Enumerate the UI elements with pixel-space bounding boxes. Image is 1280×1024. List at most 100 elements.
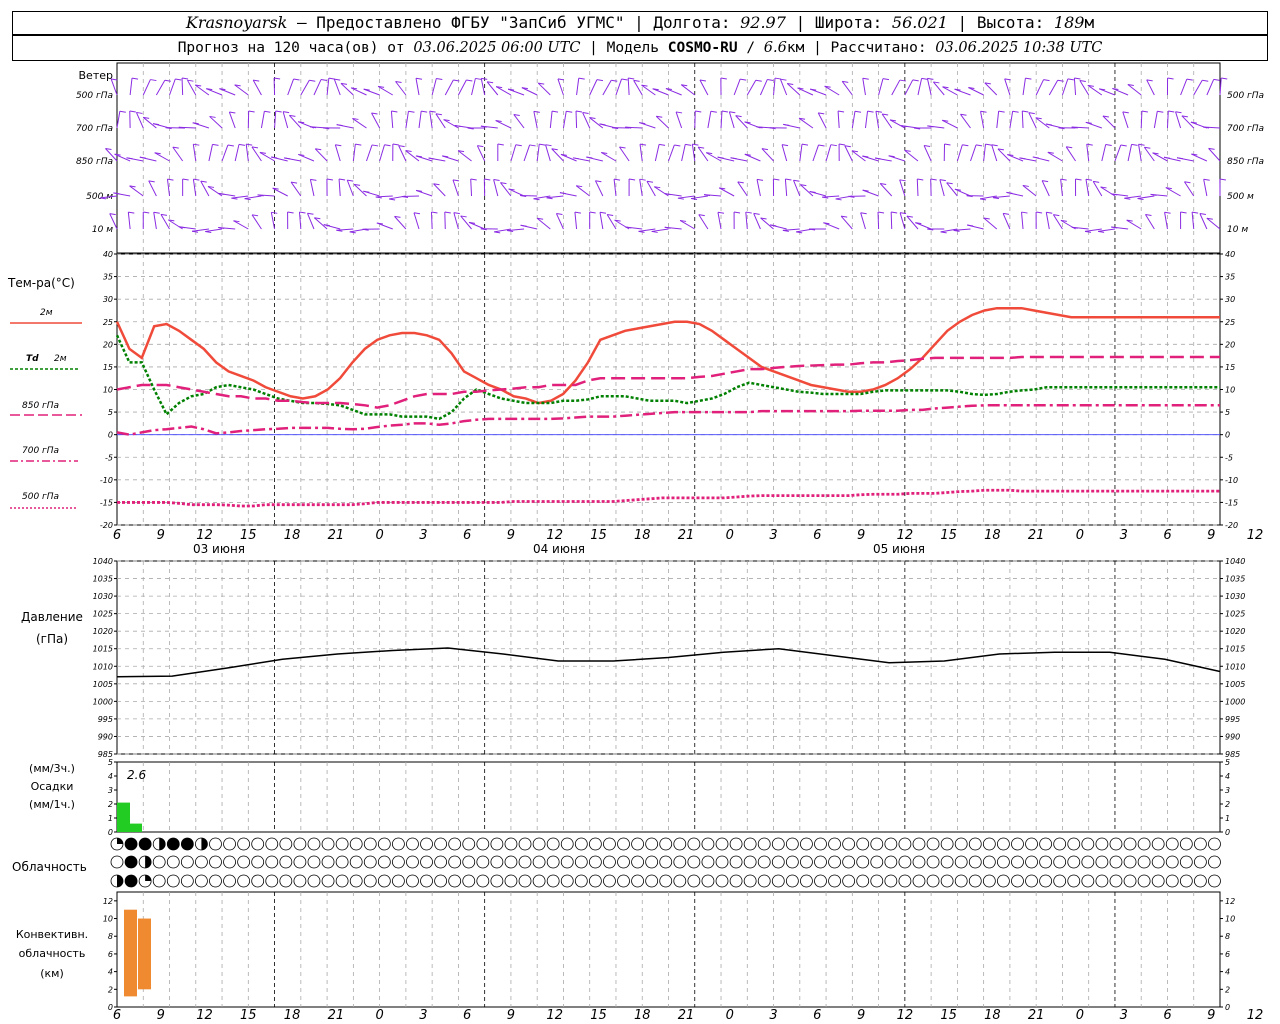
- wind-barb-flag: [1084, 230, 1092, 233]
- x-tick-label-bottom: 6: [813, 1008, 821, 1023]
- wind-barb-staff: [825, 144, 832, 162]
- x-tick-label-bottom: 21: [678, 1008, 695, 1023]
- wind-barb-staff: [452, 179, 459, 197]
- wind-barb-staff: [480, 78, 486, 96]
- wind-barb-flag: [533, 110, 540, 113]
- y-tick-label-right: 0: [1225, 431, 1230, 440]
- cloud-symbol: [968, 855, 982, 869]
- wind-barb-flag: [755, 79, 762, 82]
- wind-barb-flag: [545, 144, 552, 147]
- wind-barb-staff: [668, 144, 675, 162]
- cloud-symbol: [715, 855, 729, 869]
- cloud-symbol: [701, 855, 715, 869]
- y-tick-label-left: 1015: [93, 645, 113, 654]
- cloud-fill: [125, 856, 138, 868]
- wind-barb-flag: [695, 110, 702, 113]
- y-tick-label-right: 0: [1225, 1003, 1230, 1012]
- y-tick-label-left: 1: [108, 814, 113, 823]
- x-tick-label-bottom: 0: [1076, 1008, 1084, 1023]
- wind-barb-staff: [172, 146, 184, 162]
- cloud-symbol: [434, 855, 448, 869]
- wind-barb-flag: [756, 178, 764, 181]
- wind-barb-flag: [126, 157, 133, 160]
- wind-barb-staff: [1208, 148, 1221, 162]
- wind-barb-flag: [854, 110, 862, 113]
- wind-barb-staff: [984, 82, 998, 96]
- wind-barb-flag: [493, 179, 500, 182]
- wind-barb-staff: [181, 77, 184, 96]
- y-tick-label-right: 30: [1225, 295, 1235, 304]
- pressure-panel: 985 985990 990995 9951000 10001005 10051010 10…: [21, 557, 1245, 759]
- cloud-symbol: [954, 855, 968, 869]
- wind-barb-staff: [1153, 111, 1158, 129]
- wind-barb-flag: [193, 143, 200, 146]
- x-tick-label-bottom: 3: [419, 1008, 427, 1023]
- wind-barb-staff: [352, 118, 367, 129]
- precip-unit-1h: (мм/1ч.): [29, 798, 75, 811]
- x-tick-label: 0: [726, 528, 734, 543]
- wind-barb-staff: [208, 144, 213, 162]
- wind-barb-staff: [282, 111, 289, 129]
- wind-barb-staff: [1047, 151, 1063, 162]
- wind-barb-flag: [175, 78, 182, 81]
- x-tick-label: 6: [813, 528, 821, 543]
- precip-max-label: 2.6: [127, 768, 146, 782]
- convective-cloud-panel: 0 0 2 2 4 4 6 6 8 8 10 10 12 12 Конвективн. облачность (…: [16, 891, 1263, 1023]
- y-tick-label-left: 1025: [93, 610, 113, 619]
- cloud-symbol: [1123, 855, 1137, 869]
- wind-barb-flag: [1043, 79, 1050, 82]
- y-tick-label-right: 40: [1225, 250, 1235, 259]
- wind-barb-staff: [956, 144, 963, 162]
- wind-barb-flag: [113, 192, 120, 195]
- y-tick-label-right: 8: [1225, 932, 1230, 941]
- wind-barb-staff: [1102, 115, 1116, 129]
- x-tick-label: 6: [1163, 528, 1171, 543]
- x-tick-label: 12: [1247, 528, 1264, 543]
- wind-barb-staff: [521, 87, 538, 96]
- wind-barb-flag: [809, 190, 816, 193]
- wind-barb-staff: [1079, 80, 1090, 96]
- x-tick-label: 0: [375, 528, 383, 543]
- wind-barb-flag: [796, 231, 803, 234]
- wind-barb-staff: [166, 179, 171, 197]
- wind-barb-flag: [692, 143, 699, 146]
- y-tick-label-right: 0: [1225, 828, 1230, 837]
- cloud-symbol: [884, 837, 898, 851]
- wind-barb-flag: [1012, 110, 1019, 113]
- cloud-symbol: [603, 855, 616, 869]
- wind-barb-flag: [275, 110, 282, 113]
- wind-barb-flag: [128, 211, 135, 214]
- day-label: 05 июня: [873, 542, 925, 556]
- wind-panel: Ветер 500 гПа 500 гПа 700 гПа 700 гПа 850 гПа…: [76, 62, 1264, 254]
- cloud-symbol: [1137, 855, 1151, 869]
- wind-barb-staff: [379, 144, 385, 162]
- wind-barb-staff: [601, 152, 617, 162]
- y-tick-label-right: -5: [1225, 453, 1233, 462]
- cloud-symbol: [1109, 855, 1123, 869]
- wind-barb-flag: [1176, 157, 1184, 160]
- wind-barb-flag: [985, 143, 992, 146]
- wind-barb-flag: [780, 78, 787, 81]
- cloud-symbol: [743, 855, 757, 869]
- cloud-symbol: [645, 837, 659, 851]
- wind-barb-flag: [1192, 211, 1199, 214]
- cloud-symbol: [391, 837, 405, 851]
- wind-barb-staff: [1140, 110, 1143, 129]
- conv-bar: [124, 909, 137, 997]
- wind-barb-staff: [1145, 214, 1155, 230]
- cloud-symbol: [1011, 874, 1024, 888]
- y-tick-label-left: 30: [103, 295, 113, 304]
- cloud-symbol: [349, 837, 363, 851]
- cloud-symbol: [1165, 874, 1179, 888]
- wind-barb-staff: [759, 79, 768, 96]
- wind-barb-flag: [167, 178, 174, 181]
- wind-barb-staff: [824, 85, 840, 96]
- x-tick-label: 18: [634, 528, 651, 543]
- y-tick-label-left: 990: [98, 732, 113, 741]
- cloud-symbol: [785, 874, 799, 888]
- x-tick-label-bottom: 15: [240, 1008, 257, 1023]
- x-tick-label: 21: [1028, 528, 1045, 543]
- wind-barb-staff: [1002, 213, 1011, 230]
- wind-barb-flag: [1203, 178, 1210, 181]
- wind-barb-staff: [899, 179, 906, 197]
